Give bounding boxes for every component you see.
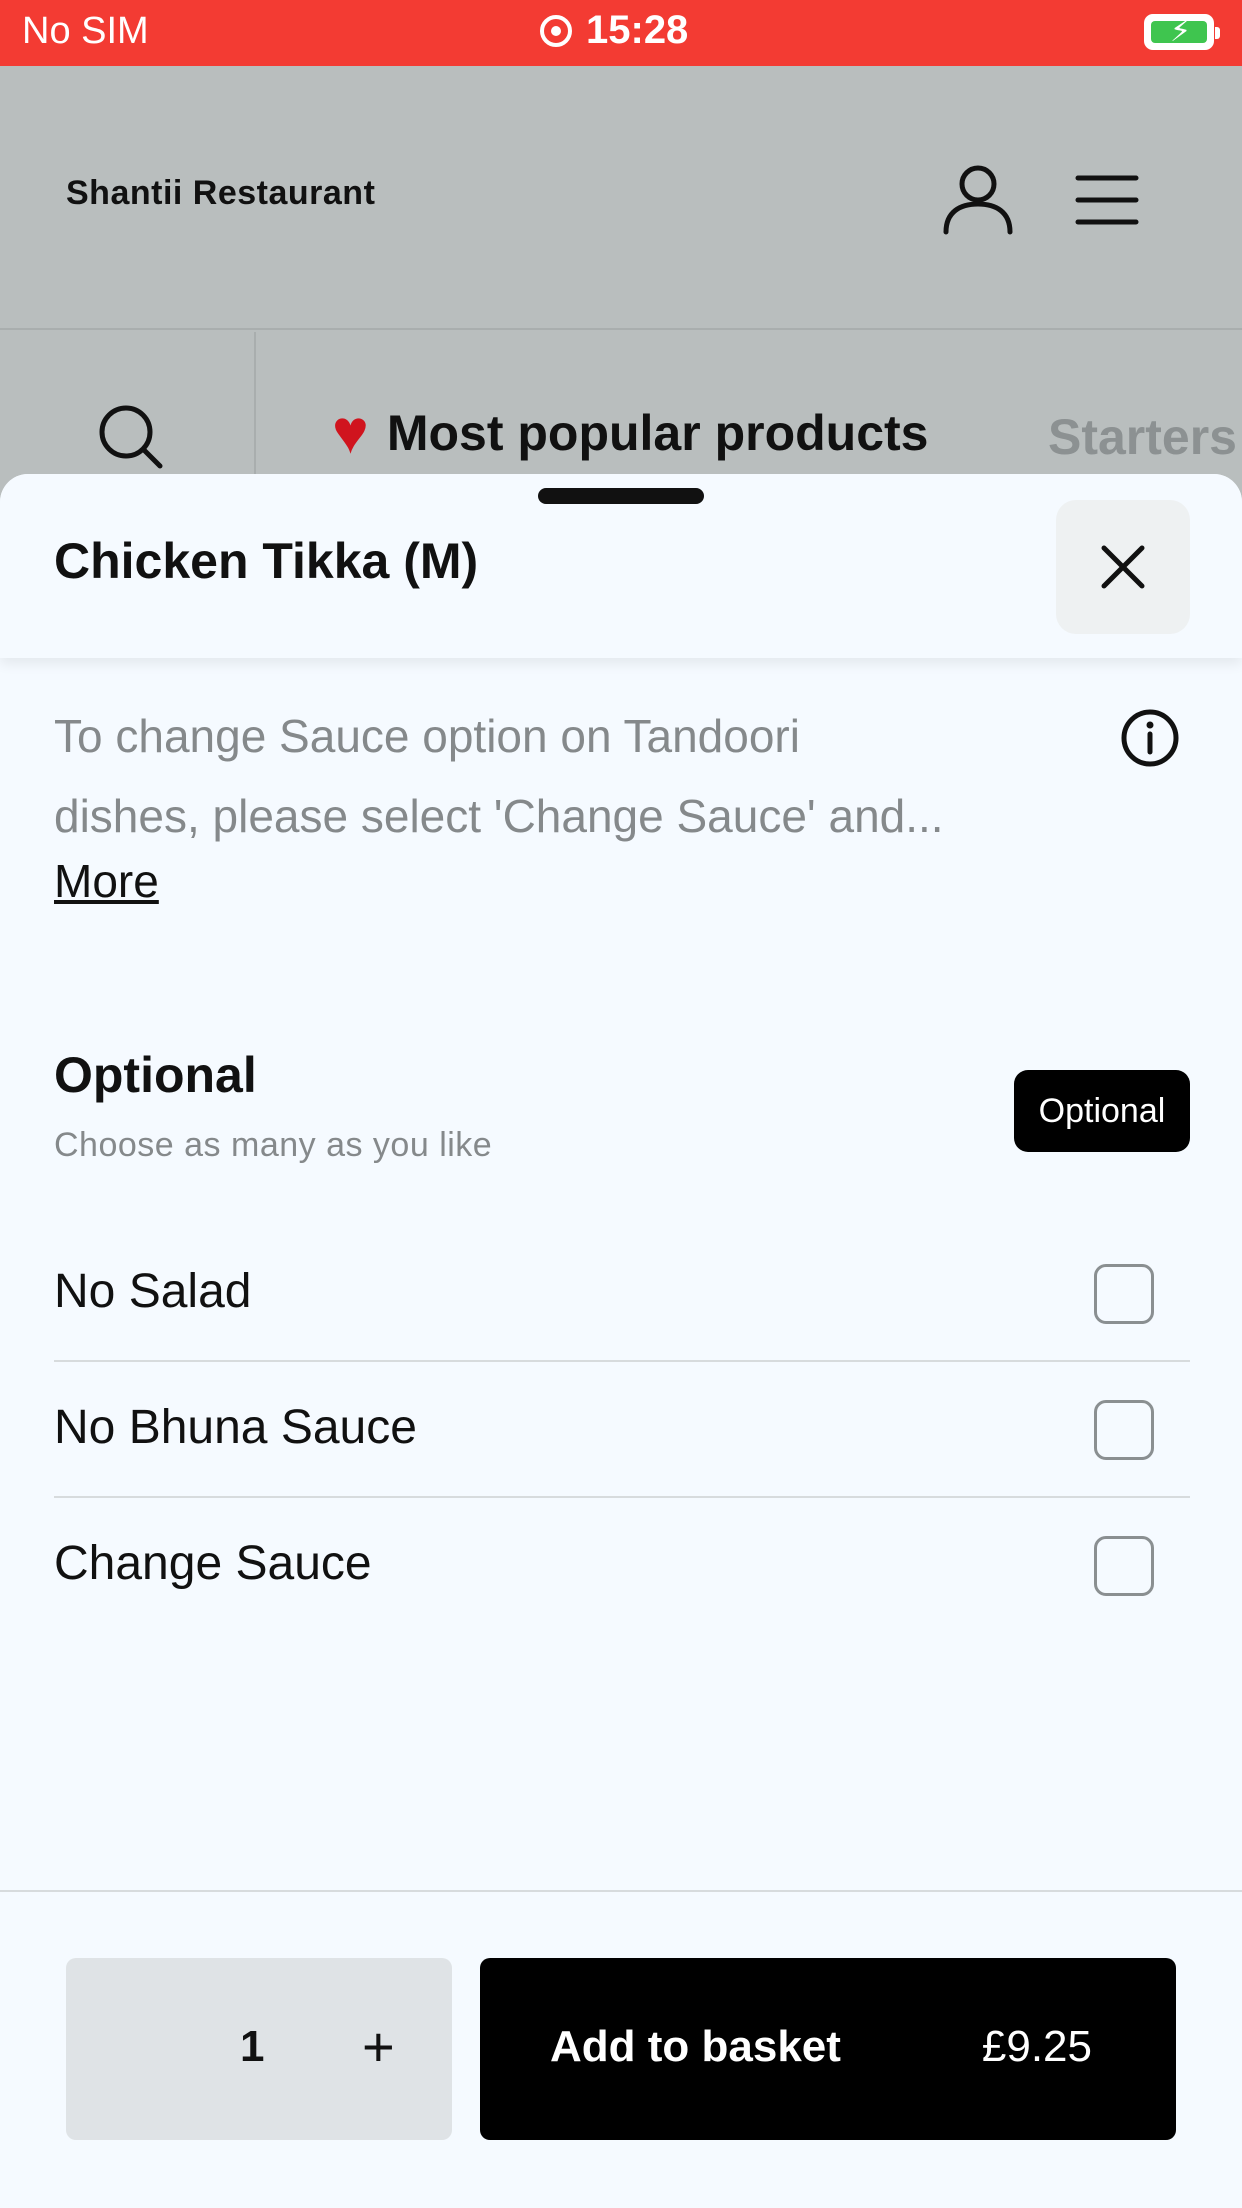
app-header: Shantii Restaurant bbox=[0, 66, 1242, 330]
product-description: To change Sauce option on Tandoori dishe… bbox=[54, 696, 1094, 856]
more-link[interactable]: More bbox=[54, 854, 159, 908]
status-center: 15:28 bbox=[540, 8, 688, 53]
option-row-no-salad[interactable]: No Salad bbox=[54, 1226, 1190, 1362]
restaurant-name: Shantii Restaurant bbox=[66, 174, 376, 212]
user-icon[interactable] bbox=[940, 162, 1016, 238]
price-label: £9.25 bbox=[981, 2022, 1092, 2071]
status-bar: No SIM 15:28 ⚡ bbox=[0, 0, 1242, 66]
battery-charging-icon: ⚡ bbox=[1144, 14, 1220, 50]
option-row-no-bhuna-sauce[interactable]: No Bhuna Sauce bbox=[54, 1362, 1190, 1498]
close-button[interactable] bbox=[1056, 500, 1190, 634]
close-icon bbox=[1101, 545, 1145, 589]
option-label: Change Sauce bbox=[54, 1537, 372, 1590]
option-checkbox[interactable] bbox=[1094, 1536, 1154, 1596]
sheet-footer: 1 + Add to basket £9.25 bbox=[0, 1890, 1242, 2208]
menu-icon[interactable] bbox=[1074, 170, 1140, 230]
product-title: Chicken Tikka (M) bbox=[54, 533, 479, 589]
description-line: dishes, please select 'Change Sauce' and… bbox=[54, 790, 944, 842]
category-tab-starters[interactable]: Starters bbox=[1048, 408, 1237, 466]
option-label: No Salad bbox=[54, 1265, 252, 1318]
option-label: No Bhuna Sauce bbox=[54, 1401, 417, 1454]
option-row-change-sauce[interactable]: Change Sauce bbox=[54, 1498, 1190, 1634]
search-button[interactable] bbox=[0, 332, 256, 492]
option-checkbox[interactable] bbox=[1094, 1264, 1154, 1324]
category-tab-active[interactable]: ♥ Most popular products bbox=[332, 402, 928, 464]
carrier-label: No SIM bbox=[22, 10, 149, 52]
quantity-value: 1 bbox=[240, 2022, 265, 2071]
screen-record-icon bbox=[540, 14, 572, 47]
add-to-basket-button[interactable]: Add to basket £9.25 bbox=[480, 1958, 1176, 2140]
product-sheet: Chicken Tikka (M) To change Sauce option… bbox=[0, 474, 1242, 2208]
search-icon[interactable] bbox=[96, 402, 166, 472]
option-group-subtitle: Choose as many as you like bbox=[54, 1126, 493, 1164]
info-icon[interactable] bbox=[1118, 706, 1182, 770]
quantity-stepper: 1 + bbox=[66, 1958, 452, 2140]
heart-icon: ♥ bbox=[332, 398, 369, 467]
option-group-title: Optional bbox=[54, 1047, 257, 1103]
add-to-basket-label: Add to basket bbox=[550, 2022, 841, 2071]
status-time: 15:28 bbox=[586, 8, 689, 52]
description-line: To change Sauce option on Tandoori bbox=[54, 710, 800, 762]
optional-badge: Optional bbox=[1014, 1070, 1190, 1152]
option-checkbox[interactable] bbox=[1094, 1400, 1154, 1460]
category-label: Most popular products bbox=[386, 405, 929, 461]
option-list: No Salad No Bhuna Sauce Change Sauce bbox=[54, 1226, 1190, 1634]
sheet-header: Chicken Tikka (M) bbox=[0, 474, 1242, 658]
increment-button[interactable]: + bbox=[362, 2014, 395, 2079]
category-bar: ♥ Most popular products Starters bbox=[0, 332, 1242, 492]
sheet-grabber[interactable] bbox=[538, 488, 704, 504]
